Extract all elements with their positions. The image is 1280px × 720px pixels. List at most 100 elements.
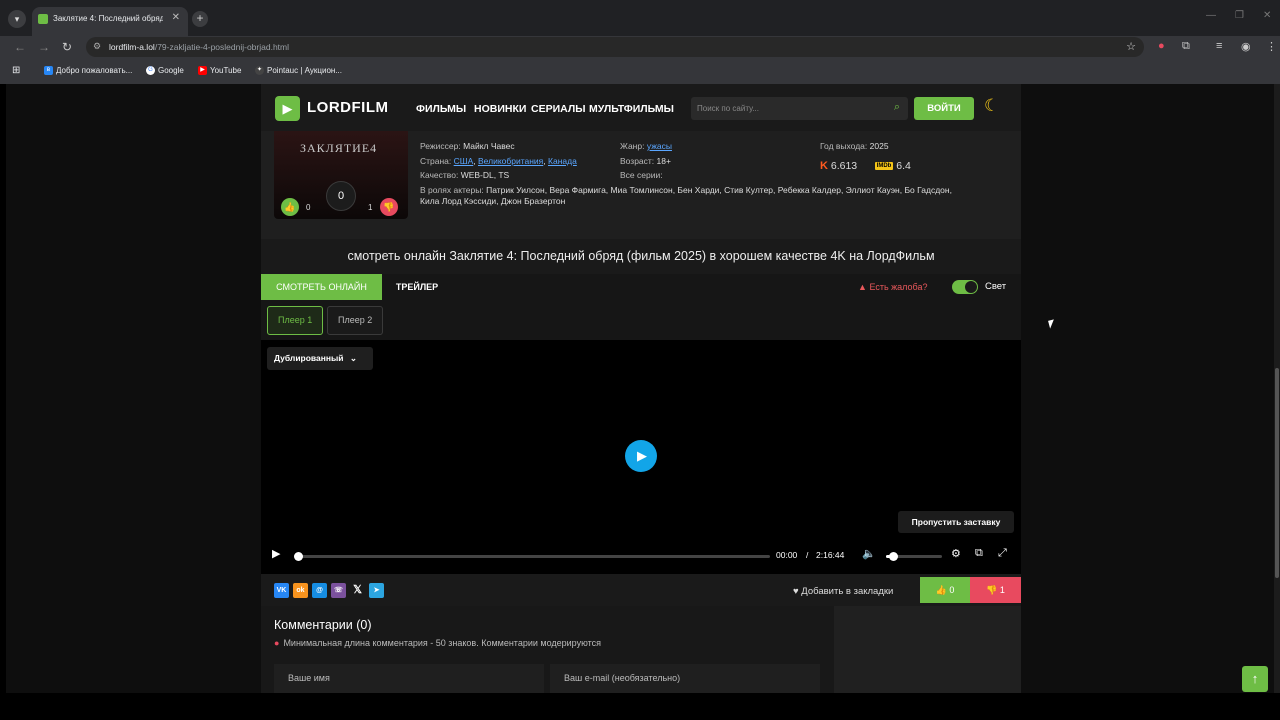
theme-moon-icon[interactable]: ☾ [984,96,999,116]
nav-cartoons[interactable]: МУЛЬТФИЛЬМЫ [589,103,674,115]
bookmark-vk[interactable]: в Добро пожаловать... [44,66,132,76]
settings-gear-icon[interactable]: ⚙ [951,547,961,560]
bookmark-star-icon[interactable]: ☆ [1126,40,1136,53]
reload-icon[interactable]: ↻ [62,40,72,54]
like-button[interactable]: 👍 0 [920,577,970,603]
video-player[interactable]: Дублированный ⌄ ▶ Пропустить заставку ▶ … [261,340,1021,574]
popout-icon[interactable]: ⧉ [975,547,983,560]
poster-dislike-icon[interactable]: 👎 [380,198,398,216]
nav-series[interactable]: СЕРИАЛЫ [531,103,586,115]
vk-share-icon[interactable]: VK [274,583,289,598]
add-bookmark-button[interactable]: ♥ Добавить в закладки [793,586,893,597]
imdb-icon: IMDb [874,162,894,171]
x-share-icon[interactable]: 𝕏 [350,583,365,598]
back-icon[interactable]: ← [14,40,26,54]
window-restore-icon[interactable]: ❐ [1235,10,1244,21]
forward-icon[interactable]: → [38,40,50,54]
site-container: ▶ LORDFILM ФИЛЬМЫ НОВИНКИ СЕРИАЛЫ МУЛЬТФ… [261,84,1021,693]
quality-row: Качество: WEB-DL, TS [420,170,510,180]
page-viewport: ▶ LORDFILM ФИЛЬМЫ НОВИНКИ СЕРИАЛЫ МУЛЬТФ… [6,84,1274,693]
media-controls-icon[interactable]: ≡ [1216,40,1222,52]
toggle-knob [965,281,977,293]
thumbs-down-icon: 👎 [986,585,998,595]
country-link[interactable]: Канада [548,156,577,166]
poster-like-icon[interactable]: 👍 [281,198,299,216]
scrollbar-thumb[interactable] [1275,368,1279,578]
player-2-button[interactable]: Плеер 2 [327,306,384,335]
director-row: Режиссер: Майкл Чавес [420,141,515,151]
alert-icon: ● [274,638,280,648]
tab-close-icon[interactable]: ✕ [172,12,180,23]
ok-share-icon[interactable]: ok [293,583,308,598]
volume-slider[interactable] [886,552,942,561]
viber-share-icon[interactable]: ☏ [331,583,346,598]
tab-trailer[interactable]: ТРЕЙЛЕР [382,274,452,300]
youtube-icon: ▶ [198,66,207,76]
email-input[interactable]: Ваш e-mail (необязательно) [550,664,820,693]
page-title: смотреть онлайн Заклятие 4: Последний об… [261,239,1021,274]
light-toggle[interactable] [952,280,978,294]
seek-handle[interactable] [294,552,303,561]
new-tab-button[interactable]: + [192,11,208,27]
browser-tab-bar: ▾ Заклятие 4: Последний обряд ✕ + — ❐ ✕ [0,0,1280,36]
year-row: Год выхода: 2025 [820,141,889,151]
play-icon[interactable]: ▶ [272,547,280,560]
audio-track-select[interactable]: Дублированный ⌄ [267,347,373,370]
nav-films[interactable]: ФИЛЬМЫ [416,103,466,115]
profile-icon[interactable]: ◉ [1241,40,1251,53]
url-text: lordfilm-a.lol/79-zakljatie-4-poslednij-… [109,42,290,52]
light-label: Свет [985,281,1007,292]
taskbar-strip [0,693,1280,720]
search-icon[interactable]: ⌕ [894,101,900,114]
current-time: 00:00 [776,550,798,560]
complaint-link[interactable]: ▲ Есть жалоба? [858,282,928,292]
big-play-icon[interactable]: ▶ [625,440,657,472]
country-link[interactable]: Великобритания [478,156,543,166]
mailru-share-icon[interactable]: @ [312,583,327,598]
country-row: Страна: США, Великобритания, Канада [420,156,577,166]
apps-grid-icon[interactable]: ⊞ [12,65,20,76]
extensions-puzzle-icon[interactable]: ⧉ [1182,40,1190,53]
bookmark-youtube[interactable]: ▶ YouTube [198,66,241,76]
site-favicon-icon [38,14,48,24]
login-button[interactable]: ВОЙТИ [914,97,974,120]
fullscreen-icon[interactable]: ⤢ [998,547,1007,560]
telegram-share-icon[interactable]: ➤ [369,583,384,598]
browser-menu-icon[interactable]: ⋮ [1266,40,1277,53]
country-link[interactable]: США [454,156,474,166]
player-1-button[interactable]: Плеер 1 [267,306,324,335]
kinopoisk-icon: K [820,160,828,173]
seek-bar[interactable] [294,552,770,561]
logo-play-icon[interactable]: ▶ [275,96,300,121]
volume-handle[interactable] [888,552,898,561]
window-minimize-icon[interactable]: — [1206,10,1216,21]
search-placeholder: Поиск по сайту... [697,104,759,113]
comments-note: ● Минимальная длина комментария - 50 знак… [274,638,602,648]
kp-rating: 6.613 [830,160,858,172]
age-row: Возраст: 18+ [620,156,671,166]
ratings-row: K 6.613 IMDb 6.4 [820,160,911,172]
nav-new[interactable]: НОВИНКИ [474,103,526,115]
series-row: Все серии: [620,170,663,180]
tab-watch-online[interactable]: СМОТРЕТЬ ОНЛАЙН [261,274,382,300]
dislike-button[interactable]: 👎 1 [970,577,1021,603]
search-input[interactable]: Поиск по сайту... ⌕ [691,97,908,120]
site-info-icon[interactable]: ⚙ [93,41,101,52]
window-close-icon[interactable]: ✕ [1263,10,1271,21]
volume-icon[interactable]: 🔈 [862,547,876,560]
site-logo[interactable]: LORDFILM [307,99,388,116]
skip-intro-button[interactable]: Пропустить заставку [898,511,1014,533]
extension-icon[interactable]: ● [1158,40,1165,52]
scroll-to-top-button[interactable]: ↑ [1242,666,1268,692]
page-scrollbar[interactable] [1274,84,1280,693]
tab-search-button[interactable]: ▾ [8,10,26,28]
bookmark-google[interactable]: G Google [146,66,184,76]
address-bar[interactable]: ⚙ lordfilm-a.lol/79-zakljatie-4-posledni… [86,37,1144,57]
share-bar: VK ok @ ☏ 𝕏 ➤ ♥ Добавить в закладки 👍 0 … [261,574,1021,606]
thumbs-up-icon: 👍 [935,585,947,595]
browser-tab-active[interactable]: Заклятие 4: Последний обряд ✕ [32,7,188,36]
bookmark-pointauc[interactable]: ✦ Pointauc | Аукцион... [255,66,342,76]
name-input[interactable]: Ваше имя [274,664,544,693]
heart-icon: ♥ [793,586,799,597]
genre-link[interactable]: ужасы [647,141,672,151]
